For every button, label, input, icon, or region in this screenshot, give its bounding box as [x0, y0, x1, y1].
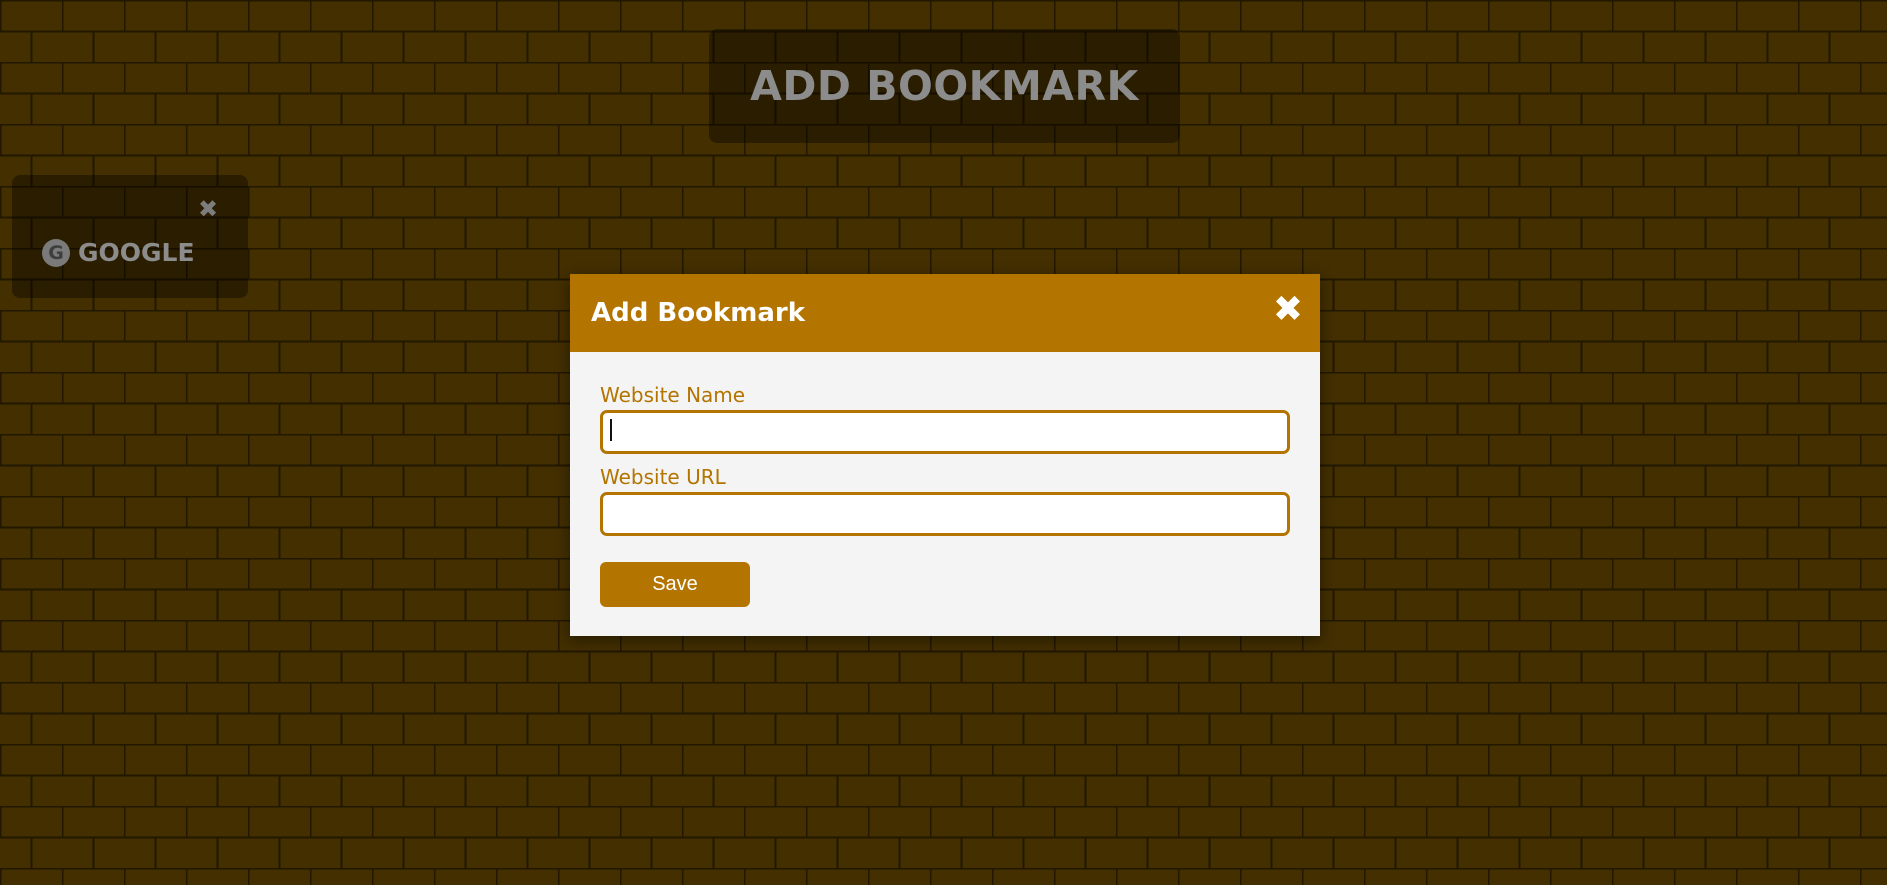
add-bookmark-header-button[interactable]: ADD BOOKMARK	[709, 29, 1180, 143]
close-icon[interactable]: ✖	[196, 197, 220, 221]
text-caret	[610, 419, 612, 441]
website-name-input[interactable]	[600, 410, 1290, 454]
add-bookmark-modal: Add Bookmark ✖ Website Name Website URL …	[570, 274, 1320, 636]
close-icon[interactable]: ✖	[1270, 292, 1306, 328]
modal-header: Add Bookmark ✖	[570, 274, 1320, 352]
modal-title: Add Bookmark	[591, 298, 805, 328]
website-name-label: Website Name	[600, 383, 746, 407]
website-url-label: Website URL	[600, 465, 726, 489]
google-favicon-icon: G	[42, 239, 70, 267]
website-url-input[interactable]	[600, 492, 1290, 536]
save-button[interactable]: Save	[600, 562, 750, 607]
bookmark-link-google[interactable]: GOOGLE	[78, 236, 195, 270]
